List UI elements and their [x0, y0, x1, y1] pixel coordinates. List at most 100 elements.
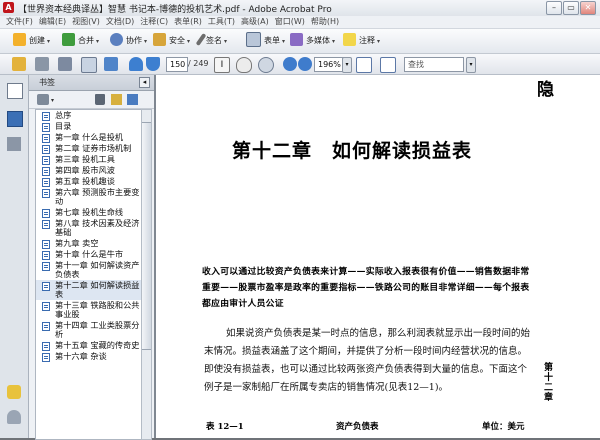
zoom-in-icon[interactable] [298, 57, 312, 71]
lock-icon [153, 33, 166, 46]
multimedia-label: 多媒体 [306, 36, 330, 45]
page-number-input[interactable]: 150 [166, 57, 188, 72]
options-gear-icon[interactable] [37, 94, 49, 105]
expand-bookmark-icon[interactable] [127, 94, 138, 105]
bookmark-item[interactable]: 第十三章 铁路股和公共事业股 [36, 300, 142, 320]
bookmarks-panel-icon[interactable] [7, 111, 23, 127]
bookmark-item[interactable]: 第四章 股市风波 [36, 165, 142, 176]
print-icon[interactable] [35, 57, 49, 71]
bookmark-item[interactable]: 第十二章 如何解读损益表 [36, 280, 142, 300]
scrollbar-thumb[interactable] [142, 122, 151, 350]
navigation-toolbar: 150 / 249 I 196% ▾ 查找 ▾ [0, 54, 600, 75]
bookmark-item[interactable]: 第十一章 如何解读资产负债表 [36, 260, 142, 280]
bookmark-item[interactable]: 目录 [36, 121, 142, 132]
menu-bar: 文件(F) 编辑(E) 视图(V) 文档(D) 注释(C) 表单(R) 工具(T) 高级(A)… [0, 16, 600, 29]
select-cursor-icon[interactable]: I [214, 57, 230, 73]
tasks-toolbar: 创建 ▾ 合并 ▾ 协作 ▾ 安全 ▾ 签名 ▾ 表单 ▾ 多媒体 ▾ 注释 ▾ [0, 29, 600, 54]
restore-button[interactable]: ▭ [563, 1, 579, 15]
sign-label: 签名 [206, 36, 222, 45]
bookmark-page-icon [42, 322, 50, 331]
multimedia-button[interactable]: 多媒体 ▾ [290, 32, 335, 49]
options-dropdown-icon[interactable]: ▾ [51, 97, 54, 104]
menu-document[interactable]: 文档(D) [106, 16, 134, 28]
bookmark-page-icon [42, 240, 50, 249]
forms-button[interactable]: 表单 ▾ [246, 32, 285, 49]
bookmark-item[interactable]: 第七章 投机生命线 [36, 207, 142, 218]
zoom-dropdown-icon[interactable]: ▾ [342, 57, 352, 73]
bookmark-item[interactable]: 第十四章 工业类股票分析 [36, 320, 142, 340]
email-icon[interactable] [81, 57, 97, 73]
comment-button[interactable]: 注释 ▾ [343, 32, 380, 49]
form-icon [246, 32, 261, 47]
find-dropdown-icon[interactable]: ▾ [466, 57, 476, 73]
bookmark-item[interactable]: 第十五章 宝藏的传奇史 [36, 340, 142, 351]
fit-width-icon[interactable] [380, 57, 396, 73]
menu-window[interactable]: 窗口(W) [275, 16, 305, 28]
bookmark-page-icon [42, 178, 50, 187]
bookmark-item[interactable]: 第二章 证券市场机制 [36, 143, 142, 154]
secure-button[interactable]: 安全 ▾ [153, 32, 190, 49]
open-folder-icon[interactable] [12, 57, 26, 71]
zoom-out-icon[interactable] [283, 57, 297, 71]
bookmark-item[interactable]: 第一章 什么是投机 [36, 132, 142, 143]
bookmark-item[interactable]: 第十章 什么是牛市 [36, 249, 142, 260]
pages-panel-icon[interactable] [7, 83, 23, 99]
bookmarks-scrollbar[interactable] [141, 109, 152, 440]
create-label: 创建 [29, 36, 45, 45]
fit-page-icon[interactable] [356, 57, 372, 73]
bookmark-page-icon [42, 220, 50, 229]
bookmark-label: 第十一章 如何解读资产负债表 [55, 260, 140, 279]
page-view-icon[interactable] [104, 57, 118, 71]
bookmark-page-icon [42, 167, 50, 176]
menu-advanced[interactable]: 高级(A) [241, 16, 269, 28]
bookmark-label: 第六章 预测股市主要变动 [55, 187, 140, 206]
menu-file[interactable]: 文件(F) [6, 16, 33, 28]
zoom-tool-icon[interactable] [258, 57, 274, 73]
bookmark-label: 目录 [55, 121, 72, 131]
table-title: 资产负债表 [336, 422, 379, 432]
menu-forms[interactable]: 表单(R) [174, 16, 202, 28]
collaborate-icon [110, 33, 123, 46]
hand-tool-icon[interactable] [236, 57, 252, 73]
bookmark-label: 第十二章 如何解读损益表 [55, 280, 140, 299]
bookmark-item[interactable]: 第八章 技术因素及经济基础 [36, 218, 142, 238]
bookmark-label: 第十三章 铁路股和公共事业股 [55, 300, 140, 319]
bookmark-item[interactable]: 第九章 卖空 [36, 238, 142, 249]
collaborate-button[interactable]: 协作 ▾ [110, 32, 147, 49]
close-button[interactable]: ✕ [580, 1, 596, 15]
save-icon[interactable] [58, 57, 72, 71]
bookmark-item[interactable]: 第六章 预测股市主要变动 [36, 187, 142, 207]
menu-help[interactable]: 帮助(H) [311, 16, 339, 28]
bookmark-label: 第四章 股市风波 [55, 165, 115, 175]
sign-button[interactable]: 签名 ▾ [195, 32, 227, 49]
collapse-panel-icon[interactable]: ◂ [139, 77, 150, 88]
bookmark-item[interactable]: 第三章 投机工具 [36, 154, 142, 165]
new-bookmark-icon[interactable] [111, 94, 122, 105]
comments-panel-icon[interactable] [7, 385, 21, 399]
attachments-panel-icon[interactable] [7, 410, 21, 424]
bookmark-label: 总序 [55, 110, 72, 120]
bookmark-item[interactable]: 第十六章 杂谈 [36, 351, 142, 362]
bookmark-page-icon [42, 112, 50, 121]
find-input[interactable]: 查找 [404, 57, 464, 72]
menu-edit[interactable]: 编辑(E) [39, 16, 66, 28]
delete-bookmark-icon[interactable] [95, 94, 105, 105]
chapter-summary: 收入可以通过比较资产负债表来计算——实际收入报表很有价值——销售数据非常重要——… [202, 267, 530, 309]
combine-icon [62, 33, 75, 46]
menu-comments[interactable]: 注释(C) [140, 16, 168, 28]
combine-button[interactable]: 合并 ▾ [62, 32, 99, 49]
create-button[interactable]: 创建 ▾ [13, 32, 50, 49]
bookmark-page-icon [42, 134, 50, 143]
bookmark-item[interactable]: 总序 [36, 110, 142, 121]
signatures-panel-icon[interactable] [7, 137, 21, 151]
menu-tools[interactable]: 工具(T) [208, 16, 235, 28]
pen-icon [195, 33, 207, 46]
bookmark-page-icon [42, 282, 50, 291]
bookmark-page-icon [42, 209, 50, 218]
bookmark-label: 第十四章 工业类股票分析 [55, 320, 140, 339]
previous-page-icon[interactable] [129, 57, 143, 71]
menu-view[interactable]: 视图(V) [72, 16, 100, 28]
bookmark-item[interactable]: 第五章 投机趣谈 [36, 176, 142, 187]
minimize-button[interactable]: – [546, 1, 562, 15]
next-page-icon[interactable] [146, 57, 160, 71]
